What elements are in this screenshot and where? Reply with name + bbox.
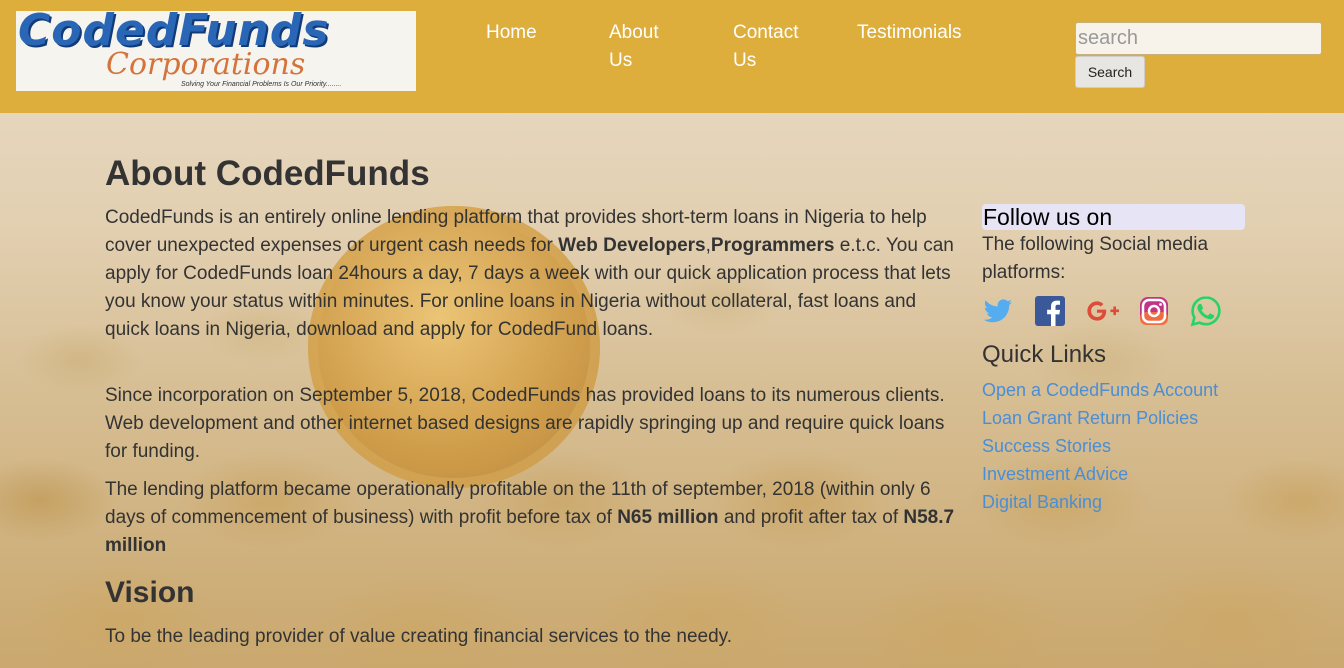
nav-about-us[interactable]: About Us — [609, 19, 659, 75]
about-p3-bold-1: N65 million — [617, 507, 719, 528]
twitter-icon[interactable] — [982, 295, 1014, 327]
instagram-icon[interactable] — [1138, 295, 1170, 327]
about-p1-bold-2: Programmers — [710, 235, 835, 256]
logo-text-sub: Corporations — [106, 47, 306, 82]
vision-title: Vision — [105, 576, 195, 609]
about-section: About CodedFunds CodedFunds is an entire… — [105, 152, 955, 647]
header-bar: CodedFunds Corporations Solving Your Fin… — [0, 0, 1344, 113]
search-placeholder: search — [1078, 27, 1139, 49]
quick-link-open-account[interactable]: Open a CodedFunds Account — [982, 376, 1245, 404]
nav-home-label: Home — [486, 22, 537, 43]
page-title: About CodedFunds — [105, 154, 430, 193]
quick-links-title: Quick Links — [982, 341, 1107, 368]
nav-contact-label-2: Us — [733, 50, 757, 71]
nav-contact-label-1: Contact — [733, 22, 799, 43]
quick-link-success-stories[interactable]: Success Stories — [982, 432, 1245, 460]
nav-home[interactable]: Home — [486, 19, 537, 47]
follow-title: Follow us on — [982, 204, 1245, 230]
nav-testimonials[interactable]: Testimonials — [857, 19, 962, 47]
whatsapp-icon[interactable] — [1190, 295, 1222, 327]
social-icons — [982, 295, 1245, 339]
nav-contact-us[interactable]: Contact Us — [733, 19, 798, 75]
about-paragraph-3: The lending platform became operationall… — [105, 476, 955, 560]
nav-testimonials-label: Testimonials — [857, 22, 962, 43]
about-p1-bold-1: Web Developers — [558, 235, 706, 256]
nav-about-label-2: Us — [609, 50, 633, 71]
quick-link-return-policies[interactable]: Loan Grant Return Policies — [982, 404, 1245, 432]
about-paragraph-1: CodedFunds is an entirely online lending… — [105, 204, 955, 344]
quick-link-digital-banking[interactable]: Digital Banking — [982, 488, 1245, 516]
about-p3-text-c: and profit after tax of — [718, 507, 904, 528]
about-paragraph-2: Since incorporation on September 5, 2018… — [105, 385, 945, 462]
search-input[interactable]: search — [1075, 22, 1322, 55]
sidebar: Follow us on The following Social media … — [982, 204, 1245, 516]
nav-about-label-1: About — [609, 22, 659, 43]
vision-text: To be the leading provider of value crea… — [105, 626, 733, 647]
search-button[interactable]: Search — [1075, 56, 1145, 88]
follow-text: The following Social media platforms: — [982, 234, 1209, 283]
quick-link-investment-advice[interactable]: Investment Advice — [982, 460, 1245, 488]
logo-tagline: Solving Your Financial Problems Is Our P… — [181, 81, 342, 88]
google-plus-icon[interactable] — [1086, 295, 1119, 327]
quick-links-list: Open a CodedFunds Account Loan Grant Ret… — [982, 376, 1245, 516]
logo[interactable]: CodedFunds Corporations Solving Your Fin… — [16, 11, 416, 91]
facebook-icon[interactable] — [1034, 295, 1066, 327]
